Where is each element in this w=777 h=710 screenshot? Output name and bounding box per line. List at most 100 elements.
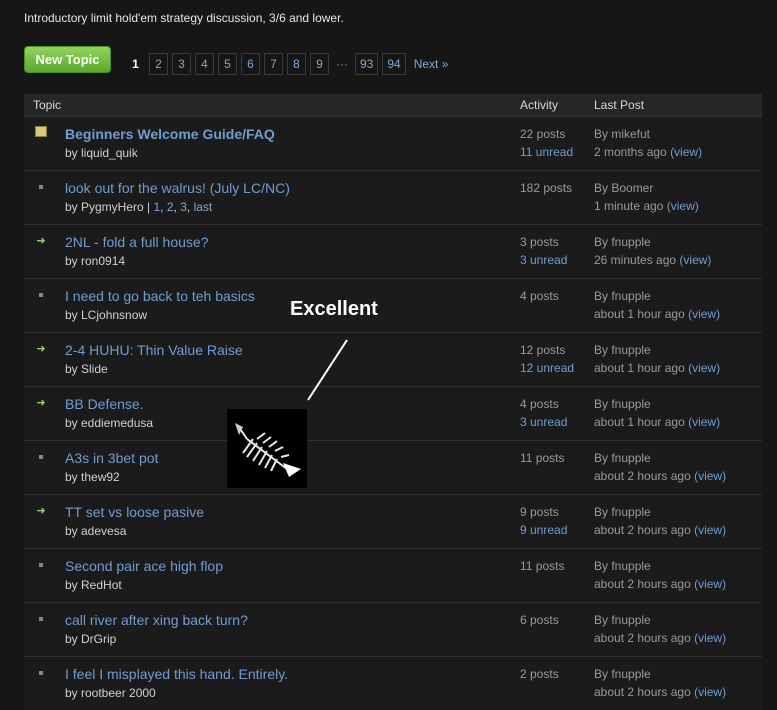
last-post-time: 26 minutes ago (view): [594, 253, 712, 267]
page-link[interactable]: 93: [355, 53, 379, 75]
page-link[interactable]: 4: [195, 53, 214, 75]
last-post-time: about 2 hours ago (view): [594, 631, 727, 645]
topic-title-link[interactable]: Beginners Welcome Guide/FAQ: [65, 126, 275, 142]
page-link[interactable]: 7: [264, 53, 283, 75]
page-link[interactable]: 2: [149, 53, 168, 75]
topic-author: by DrGrip: [65, 632, 117, 646]
view-last-post-link[interactable]: (view): [688, 415, 720, 429]
table-header: Topic Activity Last Post: [24, 94, 762, 116]
page-link[interactable]: 6: [241, 53, 260, 75]
last-post-author: By fnupple: [594, 505, 651, 519]
topic-author: by rootbeer 2000: [65, 686, 156, 700]
topic-author: by PygmyHero | 1, 2, 3, last: [65, 200, 213, 214]
view-last-post-link[interactable]: (view): [670, 145, 702, 159]
unread-link[interactable]: 9 unread: [520, 523, 567, 537]
table-row: ➜ 2-4 HUHU: Thin Value Raise by Slide 12 po…: [24, 332, 762, 386]
topic-author: by ron0914: [65, 254, 126, 268]
last-post-author: By fnupple: [594, 667, 651, 681]
page-link[interactable]: 8: [287, 53, 306, 75]
last-post-time: about 2 hours ago (view): [594, 685, 727, 699]
arrow-icon: ➜: [36, 397, 46, 409]
view-last-post-link[interactable]: (view): [694, 685, 726, 699]
view-last-post-link[interactable]: (view): [694, 523, 726, 537]
post-count: 11 posts: [520, 559, 565, 573]
table-row: ➜ TT set vs loose pasive by adevesa 9 posts…: [24, 494, 762, 548]
header-activity: Activity: [520, 98, 559, 112]
topic-title-link[interactable]: 2-4 HUHU: Thin Value Raise: [65, 342, 243, 358]
last-post-author: By fnupple: [594, 397, 651, 411]
topic-title-link[interactable]: BB Defense.: [65, 396, 144, 412]
table-row: Second pair ace high flop by RedHot 11 pos…: [24, 548, 762, 602]
sticky-note-icon: [35, 126, 47, 137]
topic-page-link[interactable]: last: [194, 200, 213, 214]
topic-title-link[interactable]: A3s in 3bet pot: [65, 450, 158, 466]
topic-title-link[interactable]: look out for the walrus! (July LC/NC): [65, 180, 290, 196]
view-last-post-link[interactable]: (view): [667, 199, 699, 213]
overlay-caption: Excellent: [290, 298, 378, 320]
dot-icon: [35, 559, 47, 571]
new-topic-button[interactable]: New Topic: [24, 46, 111, 73]
table-row: ➜ 2NL - fold a full house? by ron0914 3 pos…: [24, 224, 762, 278]
arrow-icon: ➜: [36, 343, 46, 355]
last-post-time: about 2 hours ago (view): [594, 577, 727, 591]
topic-page-link[interactable]: 3: [180, 200, 187, 214]
post-count: 2 posts: [520, 667, 559, 681]
table-row: I feel I misplayed this hand. Entirely. b…: [24, 656, 762, 710]
dot-icon: [35, 613, 47, 625]
page-link[interactable]: 3: [172, 53, 191, 75]
page-link[interactable]: 5: [218, 53, 237, 75]
dot-icon: [35, 667, 47, 679]
post-count: 3 posts: [520, 235, 559, 249]
unread-link[interactable]: 12 unread: [520, 361, 574, 375]
topic-author: by adevesa: [65, 524, 127, 538]
pointer-line: [307, 339, 348, 401]
dot-icon: [35, 451, 47, 463]
next-page-link[interactable]: Next »: [414, 57, 449, 71]
unread-link[interactable]: 11 unread: [520, 145, 573, 159]
post-count: 12 posts: [520, 343, 566, 357]
topic-page-link[interactable]: 1: [153, 200, 160, 214]
post-count: 11 posts: [520, 451, 565, 465]
topic-author: by Slide: [65, 362, 108, 376]
topic-title-link[interactable]: TT set vs loose pasive: [65, 504, 204, 520]
topic-author: by thew92: [65, 470, 120, 484]
page-link[interactable]: 94: [382, 53, 406, 75]
post-count: 6 posts: [520, 613, 559, 627]
table-row: I need to go back to teh basics by LCjohn…: [24, 278, 762, 332]
post-count: 4 posts: [520, 397, 559, 411]
table-row: look out for the walrus! (July LC/NC) by …: [24, 170, 762, 224]
topic-title-link[interactable]: I feel I misplayed this hand. Entirely.: [65, 666, 288, 682]
page-link[interactable]: 9: [310, 53, 329, 75]
forum-description: Introductory limit hold'em strategy disc…: [24, 11, 344, 25]
table-row: ➜ BB Defense. by eddiemedusa 4 posts 3 unrea…: [24, 386, 762, 440]
topic-title-link[interactable]: Second pair ace high flop: [65, 558, 223, 574]
last-post-author: By fnupple: [594, 613, 651, 627]
last-post-author: By fnupple: [594, 343, 651, 357]
arrow-icon: ➜: [36, 235, 46, 247]
topic-table: Topic Activity Last Post Beginners Welco…: [24, 94, 762, 710]
last-post-time: about 1 hour ago (view): [594, 307, 721, 321]
topic-author: by RedHot: [65, 578, 122, 592]
last-post-author: By Boomer: [594, 181, 654, 195]
last-post-author: By fnupple: [594, 235, 651, 249]
topic-title-link[interactable]: call river after xing back turn?: [65, 612, 248, 628]
unread-link[interactable]: 3 unread: [520, 253, 567, 267]
topic-title-link[interactable]: 2NL - fold a full house?: [65, 234, 208, 250]
pagination: 1 2 3 4 5 6 7 8 9 ··· 93 94 Next »: [126, 53, 448, 75]
post-count: 182 posts: [520, 181, 573, 195]
view-last-post-link[interactable]: (view): [694, 577, 726, 591]
view-last-post-link[interactable]: (view): [679, 253, 711, 267]
view-last-post-link[interactable]: (view): [688, 361, 720, 375]
arrow-icon: ➜: [36, 505, 46, 517]
view-last-post-link[interactable]: (view): [694, 469, 726, 483]
last-post-time: about 1 hour ago (view): [594, 415, 721, 429]
view-last-post-link[interactable]: (view): [694, 631, 726, 645]
topic-title-link[interactable]: I need to go back to teh basics: [65, 288, 255, 304]
table-row: call river after xing back turn? by DrGri…: [24, 602, 762, 656]
view-last-post-link[interactable]: (view): [688, 307, 720, 321]
unread-link[interactable]: 3 unread: [520, 415, 567, 429]
dot-icon: [35, 289, 47, 301]
last-post-time: 1 minute ago (view): [594, 199, 699, 213]
last-post-time: 2 months ago (view): [594, 145, 703, 159]
topic-page-link[interactable]: 2: [167, 200, 174, 214]
